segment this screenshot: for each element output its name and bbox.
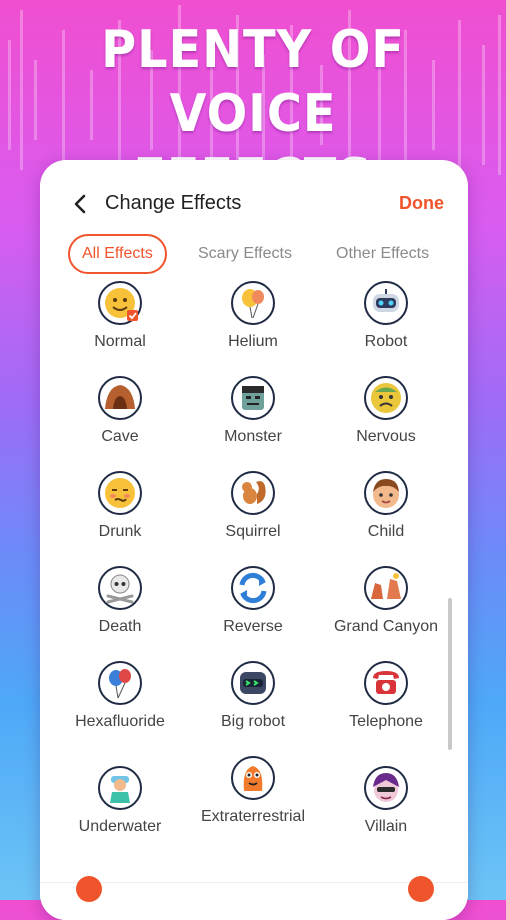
effect-extraterrestrial[interactable]: Extraterrestrial	[183, 755, 323, 826]
effect-telephone[interactable]: Telephone	[316, 660, 456, 731]
bottom-action-bar	[40, 882, 468, 920]
done-button[interactable]: Done	[399, 193, 444, 214]
effect-label: Robot	[364, 333, 408, 350]
robot-head-icon	[364, 281, 408, 325]
effect-reverse[interactable]: Reverse	[183, 565, 323, 636]
effect-label: Big robot	[220, 713, 286, 730]
squirrel-icon	[231, 471, 275, 515]
cave-icon	[98, 376, 142, 420]
effect-label: Extraterrestrial	[200, 808, 306, 825]
tab-all-effects[interactable]: All Effects	[68, 234, 167, 274]
frankenstein-icon	[231, 376, 275, 420]
page-title: Change Effects	[105, 192, 242, 214]
party-balloons-icon	[98, 661, 142, 705]
drunk-face-icon	[98, 471, 142, 515]
diver-icon	[98, 766, 142, 810]
effect-normal[interactable]: Normal	[50, 280, 190, 351]
bottom-left-button[interactable]	[76, 876, 102, 902]
effect-monster[interactable]: Monster	[183, 375, 323, 446]
effect-label: Death	[98, 618, 142, 635]
effect-label: Cave	[101, 428, 139, 445]
canyon-icon	[364, 566, 408, 610]
villain-face-icon	[364, 766, 408, 810]
phone-screen: Change Effects Done All Effects Scary Ef…	[40, 160, 468, 920]
bottom-right-button[interactable]	[408, 876, 434, 902]
effect-hexafluoride[interactable]: Hexafluoride	[50, 660, 190, 731]
effect-label: Drunk	[98, 523, 142, 540]
effect-label: Squirrel	[225, 523, 281, 540]
effect-robot[interactable]: Robot	[316, 280, 456, 351]
tab-other-effects[interactable]: Other Effects	[336, 234, 429, 274]
effect-cave[interactable]: Cave	[50, 375, 190, 446]
effect-label: Grand Canyon	[333, 618, 439, 635]
effect-child[interactable]: Child	[316, 470, 456, 541]
effect-drunk[interactable]: Drunk	[50, 470, 190, 541]
big-robot-icon	[231, 661, 275, 705]
child-face-icon	[364, 471, 408, 515]
top-app-bar: Change Effects Done	[40, 160, 468, 234]
effect-grand-canyon[interactable]: Grand Canyon	[316, 565, 456, 636]
tab-scary-effects[interactable]: Scary Effects	[198, 234, 292, 274]
telephone-icon	[364, 661, 408, 705]
effect-squirrel[interactable]: Squirrel	[183, 470, 323, 541]
effect-label: Telephone	[349, 713, 423, 730]
effect-label: Villain	[364, 818, 408, 835]
effect-death[interactable]: Death	[50, 565, 190, 636]
skull-crossbones-icon	[98, 566, 142, 610]
effect-label: Helium	[228, 333, 278, 350]
smiley-face-icon	[98, 281, 142, 325]
back-arrow-icon[interactable]	[70, 190, 90, 218]
effect-label: Hexafluoride	[75, 713, 165, 730]
effect-label: Monster	[224, 428, 282, 445]
effect-big-robot[interactable]: Big robot	[183, 660, 323, 731]
headline-line-1: PLENTY OF VOICE	[101, 20, 405, 144]
nervous-face-icon	[364, 376, 408, 420]
balloon-icon	[231, 281, 275, 325]
reverse-arrows-icon	[231, 566, 275, 610]
alien-icon	[231, 756, 275, 800]
effect-underwater[interactable]: Underwater	[50, 765, 190, 836]
effect-nervous[interactable]: Nervous	[316, 375, 456, 446]
effect-label: Reverse	[223, 618, 283, 635]
effect-villain[interactable]: Villain	[316, 765, 456, 836]
effect-label: Child	[367, 523, 405, 540]
effect-category-tabs: All Effects Scary Effects Other Effects	[68, 234, 468, 274]
effect-helium[interactable]: Helium	[183, 280, 323, 351]
scrollbar-thumb[interactable]	[448, 598, 452, 750]
effect-label: Nervous	[356, 428, 416, 445]
effect-label: Underwater	[78, 818, 162, 835]
effect-label: Normal	[94, 333, 146, 350]
